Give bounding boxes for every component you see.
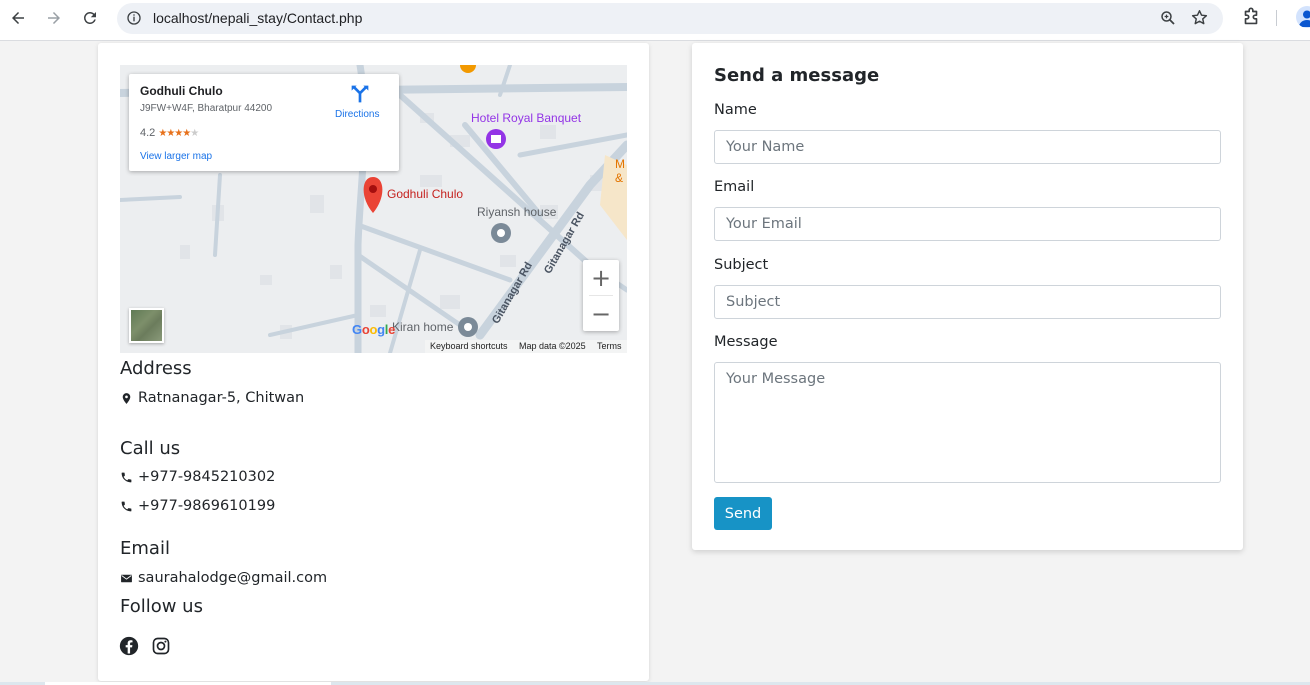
google-logo: Google bbox=[352, 322, 396, 337]
call-heading: Call us bbox=[120, 438, 181, 459]
envelope-icon bbox=[121, 574, 132, 582]
rating-stars-icon: ★★★★★ bbox=[158, 128, 199, 139]
address-row: Ratnanagar-5, Chitwan bbox=[120, 389, 304, 407]
email-input[interactable] bbox=[714, 207, 1221, 241]
name-label: Name bbox=[714, 102, 757, 118]
browser-toolbar: localhost/nepali_stay/Contact.php bbox=[0, 0, 1310, 41]
phone-text[interactable]: +977-9845210302 bbox=[138, 469, 275, 485]
address-heading: Address bbox=[120, 358, 192, 379]
forward-arrow-icon[interactable] bbox=[42, 6, 66, 30]
email-label: Email bbox=[714, 179, 755, 195]
terms-link[interactable]: Terms bbox=[597, 341, 622, 351]
map-zoom-control: + − bbox=[583, 260, 619, 331]
name-input[interactable] bbox=[714, 130, 1221, 164]
map-label-kiran: Kiran home bbox=[392, 320, 454, 334]
place-name: Godhuli Chulo bbox=[140, 84, 223, 98]
phone-row[interactable]: +977-9845210302 bbox=[120, 468, 275, 486]
facebook-icon[interactable] bbox=[119, 636, 139, 656]
message-label: Message bbox=[714, 334, 778, 350]
map-label-edge-amp: & bbox=[615, 171, 624, 185]
contact-form-card: Send a message Name Email Subject Messag… bbox=[692, 43, 1243, 550]
rating-value: 4.2 bbox=[140, 127, 156, 139]
zoom-out-button[interactable]: − bbox=[583, 296, 619, 331]
map-label-pin[interactable]: Godhuli Chulo bbox=[387, 187, 463, 201]
subject-input[interactable] bbox=[714, 285, 1221, 319]
toolbar-divider bbox=[1276, 10, 1277, 26]
directions-icon[interactable] bbox=[350, 84, 370, 104]
subject-label: Subject bbox=[714, 257, 769, 273]
map-place-card: Godhuli Chulo J9FW+W4F, Bharatpur 44200 … bbox=[129, 74, 399, 171]
map-data-text: Map data ©2025 bbox=[519, 341, 586, 351]
place-address: J9FW+W4F, Bharatpur 44200 bbox=[140, 103, 273, 114]
address-text: Ratnanagar-5, Chitwan bbox=[138, 390, 305, 406]
email-text[interactable]: saurahalodge@gmail.com bbox=[138, 570, 327, 586]
satellite-toggle[interactable] bbox=[129, 308, 164, 343]
map-attribution: Keyboard shortcuts Map data ©2025 Terms bbox=[425, 340, 627, 353]
site-info-icon[interactable] bbox=[126, 10, 142, 26]
back-arrow-icon[interactable] bbox=[6, 6, 30, 30]
view-larger-map-link[interactable]: View larger map bbox=[140, 151, 212, 162]
place-rating: 4.2 ★★★★★ bbox=[140, 127, 199, 139]
address-bar[interactable]: localhost/nepali_stay/Contact.php bbox=[117, 3, 1223, 34]
map-label-edge-m: M bbox=[615, 157, 625, 171]
message-textarea[interactable] bbox=[714, 362, 1221, 483]
form-title: Send a message bbox=[714, 65, 880, 86]
instagram-icon[interactable] bbox=[151, 636, 171, 656]
profile-icon[interactable] bbox=[1296, 6, 1310, 28]
email-row[interactable]: saurahalodge@gmail.com bbox=[120, 569, 327, 587]
phone-icon bbox=[121, 472, 132, 482]
phone-text[interactable]: +977-9869610199 bbox=[138, 498, 275, 514]
extensions-icon[interactable] bbox=[1240, 6, 1262, 28]
send-button[interactable]: Send bbox=[714, 497, 772, 530]
map-label-hotel: Hotel Royal Banquet bbox=[471, 111, 582, 125]
zoom-icon[interactable] bbox=[1159, 9, 1177, 27]
map-label-riyansh: Riyansh house bbox=[477, 205, 557, 219]
contact-info-card: Hotel Royal Banquet Godhuli Chulo Riyans… bbox=[98, 43, 649, 681]
zoom-in-button[interactable]: + bbox=[583, 260, 619, 295]
keyboard-shortcuts-link[interactable]: Keyboard shortcuts bbox=[430, 341, 508, 351]
embedded-map[interactable]: Hotel Royal Banquet Godhuli Chulo Riyans… bbox=[120, 65, 627, 353]
follow-heading: Follow us bbox=[120, 596, 203, 617]
email-heading: Email bbox=[120, 538, 170, 559]
phone-icon bbox=[121, 501, 132, 511]
bookmark-star-icon[interactable] bbox=[1190, 8, 1209, 27]
map-marker-icon bbox=[122, 392, 131, 404]
reload-icon[interactable] bbox=[78, 6, 102, 30]
phone-row[interactable]: +977-9869610199 bbox=[120, 497, 275, 515]
directions-link[interactable]: Directions bbox=[335, 109, 379, 120]
url-text[interactable]: localhost/nepali_stay/Contact.php bbox=[153, 10, 362, 26]
